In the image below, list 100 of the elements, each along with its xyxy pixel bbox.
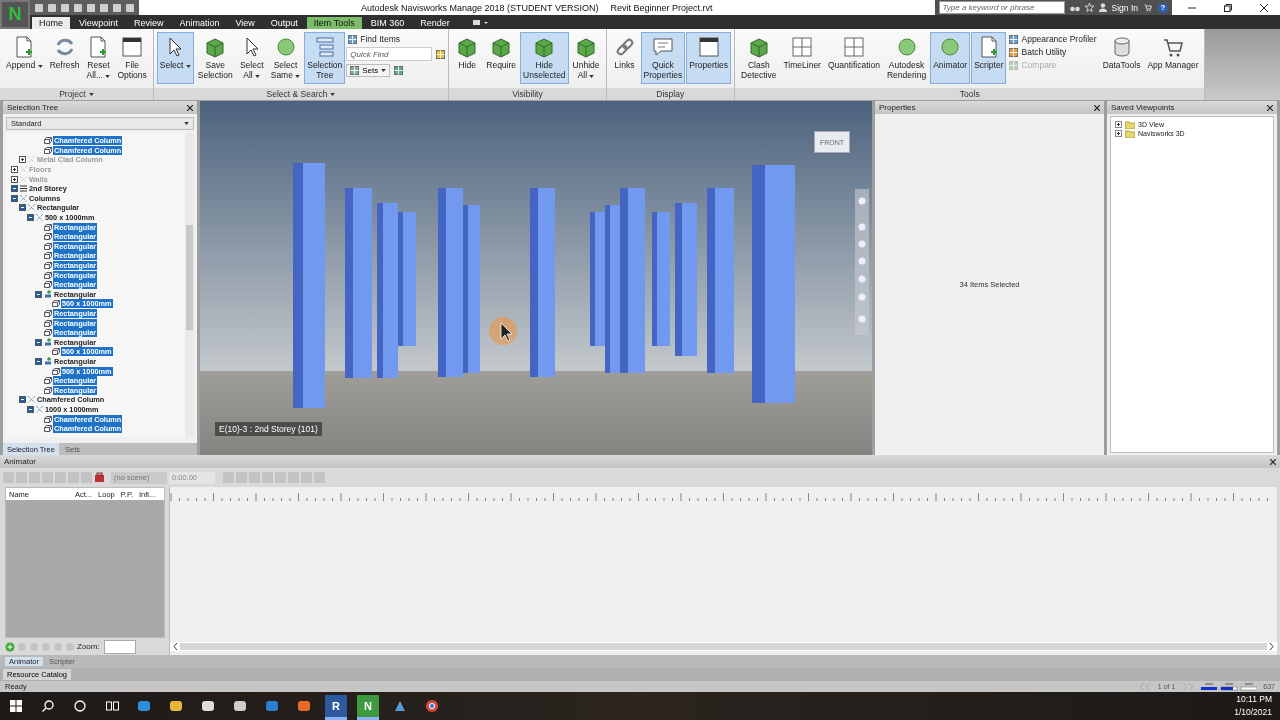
ribbon-button[interactable]: Scripter [971,32,1007,84]
expand-toggle[interactable] [19,204,26,212]
panel-label[interactable]: Project [0,88,153,100]
speech-bubble-icon [650,35,675,59]
panel-label[interactable]: Select & Search [153,88,449,100]
cube-icon [44,252,52,260]
ribbon-tab[interactable]: Viewpoint [72,17,125,29]
cube-icon [44,262,52,269]
panel-title: Selection Tree [7,103,59,112]
scroll-right-icon[interactable] [1269,643,1274,650]
zoom-field[interactable] [103,639,136,654]
ribbon-button[interactable]: Quantification [824,32,883,84]
group-icon [36,214,43,222]
search-field[interactable]: Type a keyword or phrase [938,1,1065,14]
expand-toggle[interactable] [11,166,18,174]
group-icon [28,204,35,212]
ribbon-button[interactable]: Refresh [46,32,83,84]
star-icon[interactable] [1084,3,1094,12]
ribbon-button[interactable]: Save Selection [194,32,236,84]
ribbon-button[interactable]: Hide Unselected [520,32,569,84]
ribbon-button[interactable]: Batch Utility [1007,47,1099,57]
close-icon[interactable] [187,104,193,111]
ribbon-button[interactable]: Select [156,32,194,84]
performance-meters-drawing [1201,682,1258,691]
scrollbar[interactable] [185,133,194,437]
ribbon-tab[interactable]: BIM 360 [363,17,412,29]
ribbon-button[interactable]: Require [483,32,520,84]
ribbon-button[interactable]: Links [609,32,640,84]
panel-toggle-icon[interactable] [472,19,489,27]
ribbon-tab[interactable]: Item Tools [306,17,362,29]
toolbox-icon[interactable] [94,472,105,483]
grid-icon [1009,60,1019,70]
ribbon-button[interactable]: File Options [114,32,150,84]
ribbon-button[interactable]: TimeLiner [780,32,824,84]
ribbon-button[interactable]: Quick Properties [640,32,686,84]
panel-title: Properties [879,103,916,112]
app-tile[interactable]: R [325,695,347,717]
circle-icon[interactable] [74,700,86,712]
scroll-left-icon[interactable] [173,643,178,650]
sets-dropdown[interactable]: Sets [346,64,391,77]
scrollbar[interactable] [170,642,1277,651]
cube-icon [52,367,60,375]
app-tile[interactable]: N [357,695,379,717]
expand-toggle[interactable] [1115,121,1122,128]
triangle-icon[interactable] [393,699,407,713]
expand-toggle[interactable] [35,338,42,346]
caret-icon [105,74,111,78]
expand-toggle[interactable] [19,396,26,404]
ribbon-button[interactable]: Properties [686,32,732,84]
windows-icon[interactable] [10,700,22,712]
close-icon[interactable] [1267,104,1273,111]
expand-toggle[interactable] [35,290,42,298]
ribbon-button[interactable]: Append [3,32,46,84]
grid-icon [841,35,866,59]
close-icon [1260,3,1268,12]
panel-label[interactable]: Display [606,88,735,100]
ribbon-button[interactable]: Select Same [267,32,304,84]
ribbon-tab[interactable]: Review [126,17,171,29]
close-icon[interactable] [1094,104,1100,111]
expand-toggle[interactable] [11,185,18,193]
expand-toggle[interactable] [1115,130,1122,137]
help-button[interactable]: ? [1158,2,1168,13]
cart-icon[interactable] [1143,3,1153,12]
ribbon-button[interactable]: Unhide All [569,32,603,84]
ribbon-tab[interactable]: View [228,17,262,29]
close-icon[interactable] [1270,458,1276,465]
panel-label[interactable]: Tools [735,88,1205,100]
cube-icon [44,329,52,337]
ribbon-button[interactable]: Autodesk Rendering [883,32,930,84]
group-icon [28,156,35,164]
ribbon-button[interactable]: Find Items [346,34,446,44]
task-view-icon[interactable] [105,700,119,712]
expand-toggle[interactable] [27,214,34,222]
expand-toggle[interactable] [19,156,26,164]
sign-in-link[interactable]: Sign In [1111,2,1138,13]
ribbon-button[interactable]: Animator [930,32,971,84]
ribbon-button[interactable]: App Manager [1144,32,1202,84]
ribbon-tab[interactable]: Output [263,17,305,29]
ribbon-tab[interactable]: Home [32,17,70,29]
ribbon-tab[interactable]: Animation [172,17,227,29]
tooltip: E(10)-3 : 2nd Storey (101) [215,422,322,436]
ribbon-button[interactable]: Appearance Profiler [1007,34,1099,44]
ribbon-tab[interactable]: Render [413,17,457,29]
expand-toggle[interactable] [11,194,18,202]
caret-icon [255,74,261,78]
ribbon-button[interactable]: Reset All... [83,32,114,84]
expand-toggle[interactable] [27,405,34,413]
user-icon[interactable] [1098,3,1107,12]
expand-toggle[interactable] [35,357,42,365]
quick-find-field[interactable]: Quick Find [346,47,433,61]
panel-label[interactable]: Visibility [449,88,606,100]
cube-icon [44,319,52,327]
expand-toggle[interactable] [11,175,18,183]
ribbon-button[interactable]: DataTools [1099,32,1144,84]
ribbon-button[interactable]: Selection Tree [304,32,346,84]
ribbon-button[interactable]: Select All [236,32,267,84]
ribbon-button[interactable]: Clash Detective [738,32,780,84]
ribbon-button[interactable]: Hide [452,32,483,84]
caret-icon [88,92,94,96]
caret-icon [330,92,336,96]
